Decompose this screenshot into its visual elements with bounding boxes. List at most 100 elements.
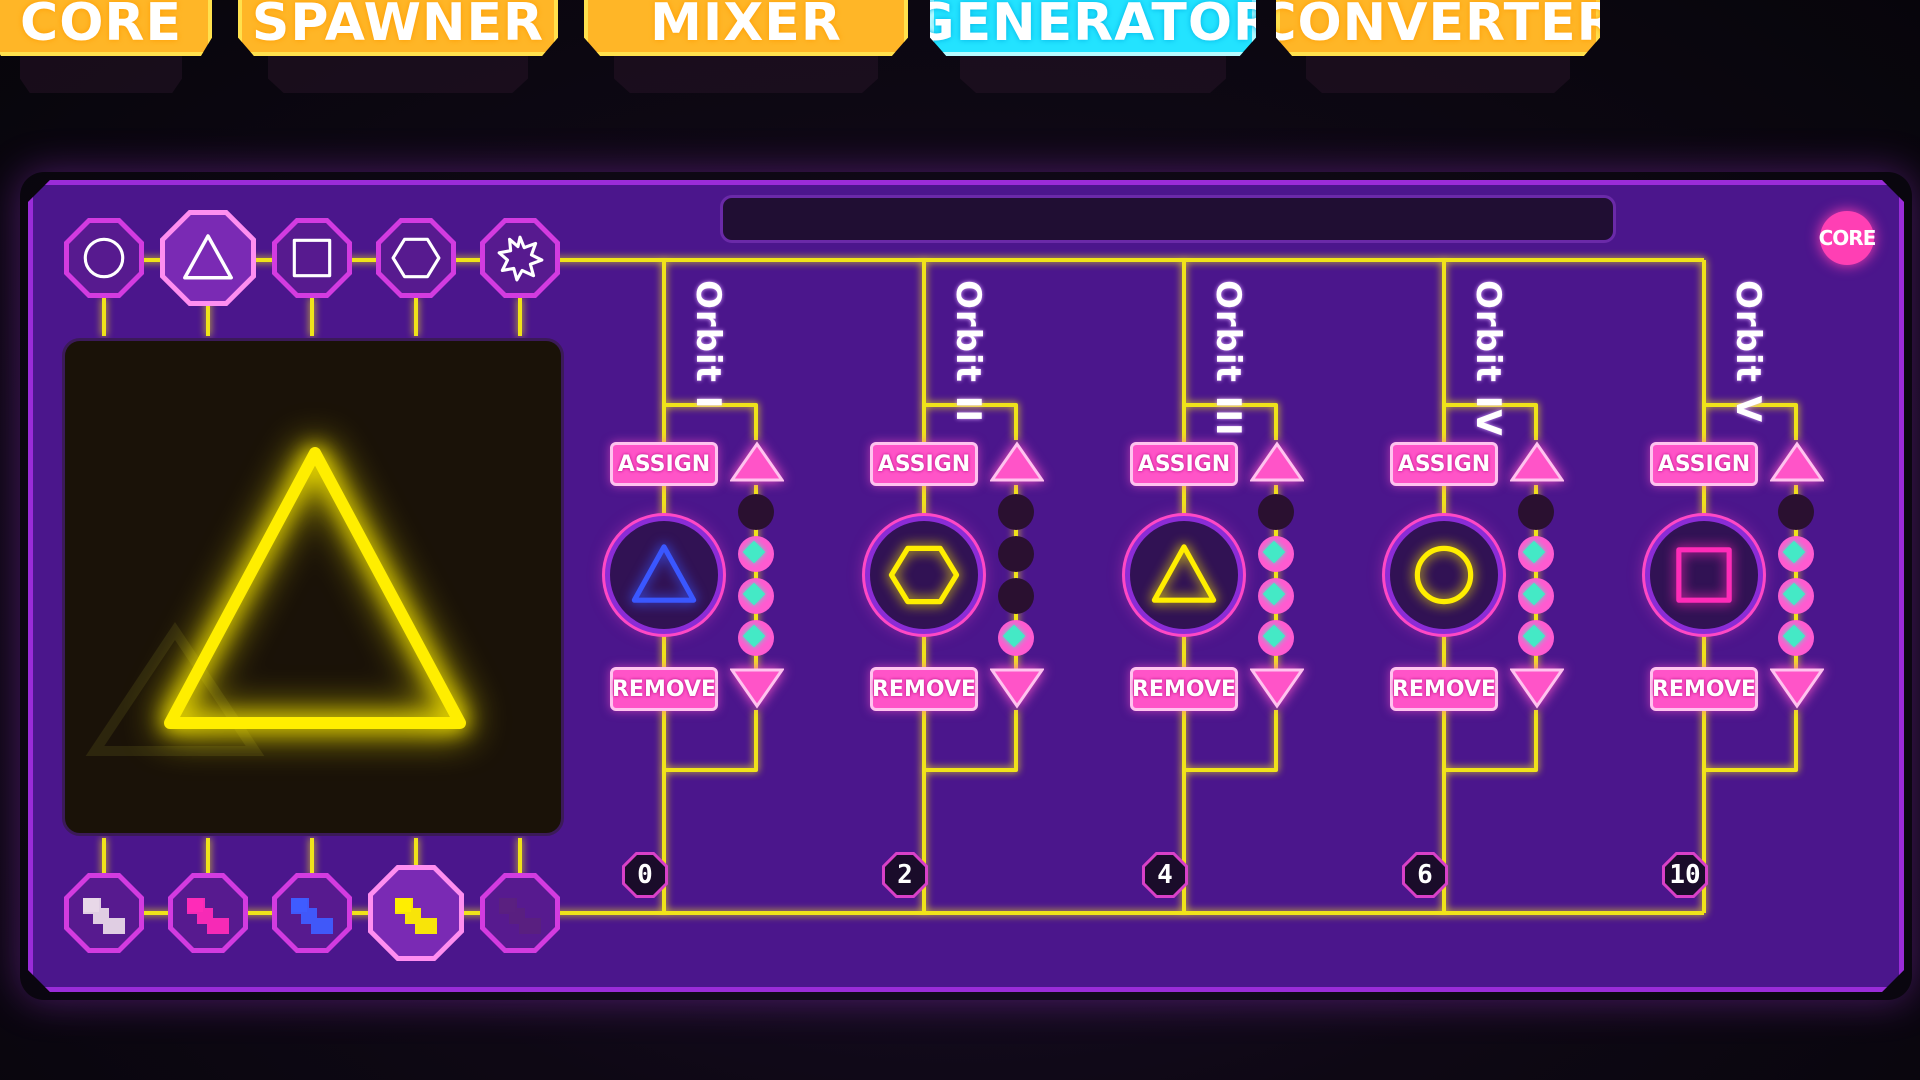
increase-arrow-icon[interactable] <box>990 440 1044 484</box>
title-bar <box>720 195 1616 243</box>
level-indicator <box>738 494 774 530</box>
orbit-counter-value: 6 <box>1405 855 1445 895</box>
level-indicator <box>738 620 774 656</box>
level-indicator <box>1258 578 1294 614</box>
triangle-icon <box>1151 544 1217 603</box>
assign-button[interactable]: ASSIGN <box>1390 442 1498 486</box>
orbit-slot[interactable] <box>1645 516 1763 634</box>
level-indicator <box>1518 536 1554 572</box>
level-indicator <box>1778 494 1814 530</box>
orbit-counter: 0 <box>622 852 668 898</box>
orbit-slot[interactable] <box>865 516 983 634</box>
shape-select-inner <box>69 223 139 293</box>
decrease-arrow-icon[interactable] <box>730 666 784 710</box>
orbit-slot[interactable] <box>605 516 723 634</box>
remove-button[interactable]: REMOVE <box>1390 667 1498 711</box>
orbit-counter: 10 <box>1662 852 1708 898</box>
level-indicator <box>1258 536 1294 572</box>
assign-button[interactable]: ASSIGN <box>870 442 978 486</box>
level-indicator <box>1778 578 1814 614</box>
increase-arrow-icon[interactable] <box>1770 440 1824 484</box>
shape-select-inner <box>381 223 451 293</box>
increase-arrow-icon[interactable] <box>1510 440 1564 484</box>
shape-select-star[interactable] <box>480 218 560 298</box>
color-select-inner <box>69 878 139 948</box>
orbit-counter-value: 2 <box>885 855 925 895</box>
shape-preview <box>62 338 564 836</box>
decrease-arrow-icon[interactable] <box>990 666 1044 710</box>
purple-swatch-icon <box>499 898 541 934</box>
triangle-icon <box>631 544 697 603</box>
tab-core[interactable]: CORE <box>0 0 212 56</box>
increase-arrow-icon[interactable] <box>1250 440 1304 484</box>
orbit-slot[interactable] <box>1385 516 1503 634</box>
assign-button[interactable]: ASSIGN <box>1130 442 1238 486</box>
level-indicator <box>1778 620 1814 656</box>
tab-converter[interactable]: CONVERTER <box>1276 0 1600 56</box>
remove-button[interactable]: REMOVE <box>1650 667 1758 711</box>
orbit-name: Orbit II <box>948 280 988 424</box>
level-indicator <box>1518 494 1554 530</box>
orbit-counter: 2 <box>882 852 928 898</box>
level-indicator <box>1258 494 1294 530</box>
color-select-purple[interactable] <box>480 873 560 953</box>
level-indicator <box>738 536 774 572</box>
orbit-name: Orbit III <box>1208 280 1248 437</box>
triangle-icon <box>183 234 233 280</box>
tab-generator[interactable]: GENERATOR <box>930 0 1256 56</box>
hexagon-icon <box>888 545 960 605</box>
color-select-blue[interactable] <box>272 873 352 953</box>
shape-select-hexagon[interactable] <box>376 218 456 298</box>
assign-button[interactable]: ASSIGN <box>1650 442 1758 486</box>
orbit-counter-value: 4 <box>1145 855 1185 895</box>
shape-select-square[interactable] <box>272 218 352 298</box>
level-indicator <box>1258 620 1294 656</box>
decrease-arrow-icon[interactable] <box>1250 666 1304 710</box>
color-select-inner <box>373 870 459 956</box>
magenta-swatch-icon <box>187 898 229 934</box>
level-indicator <box>998 494 1034 530</box>
color-select-yellow[interactable] <box>368 865 464 961</box>
shape-select-inner <box>277 223 347 293</box>
square-icon <box>292 238 332 278</box>
blue-swatch-icon <box>291 898 333 934</box>
assign-button[interactable]: ASSIGN <box>610 442 718 486</box>
color-select-white[interactable] <box>64 873 144 953</box>
shape-select-inner <box>485 223 555 293</box>
tab-spawner[interactable]: SPAWNER <box>238 0 558 56</box>
orbit-name: Orbit V <box>1728 280 1768 424</box>
yellow-swatch-icon <box>395 898 437 934</box>
core-badge[interactable]: CORE <box>1819 211 1876 265</box>
level-indicator <box>1518 620 1554 656</box>
orbit-counter-value: 0 <box>625 855 665 895</box>
orbit-counter-value: 10 <box>1665 855 1705 895</box>
shape-select-inner <box>165 215 251 301</box>
remove-button[interactable]: REMOVE <box>610 667 718 711</box>
tab-mixer[interactable]: MIXER <box>584 0 908 56</box>
circle-icon <box>1414 545 1474 605</box>
orbit-name: Orbit I <box>688 280 728 410</box>
preview-shape-icon <box>85 447 466 756</box>
remove-button[interactable]: REMOVE <box>870 667 978 711</box>
hexagon-icon <box>391 237 441 279</box>
increase-arrow-icon[interactable] <box>730 440 784 484</box>
level-indicator <box>1778 536 1814 572</box>
decrease-arrow-icon[interactable] <box>1510 666 1564 710</box>
orbit-counter: 6 <box>1402 852 1448 898</box>
level-indicator <box>998 620 1034 656</box>
shape-select-circle[interactable] <box>64 218 144 298</box>
color-select-inner <box>485 878 555 948</box>
color-select-magenta[interactable] <box>168 873 248 953</box>
orbit-name: Orbit IV <box>1468 280 1508 437</box>
level-indicator <box>998 536 1034 572</box>
level-indicator <box>1518 578 1554 614</box>
circle-icon <box>83 237 125 279</box>
star-icon <box>497 235 544 282</box>
level-indicator <box>998 578 1034 614</box>
white-swatch-icon <box>83 898 125 934</box>
orbit-slot[interactable] <box>1125 516 1243 634</box>
square-icon <box>1676 547 1732 603</box>
remove-button[interactable]: REMOVE <box>1130 667 1238 711</box>
orbit-counter: 4 <box>1142 852 1188 898</box>
decrease-arrow-icon[interactable] <box>1770 666 1824 710</box>
